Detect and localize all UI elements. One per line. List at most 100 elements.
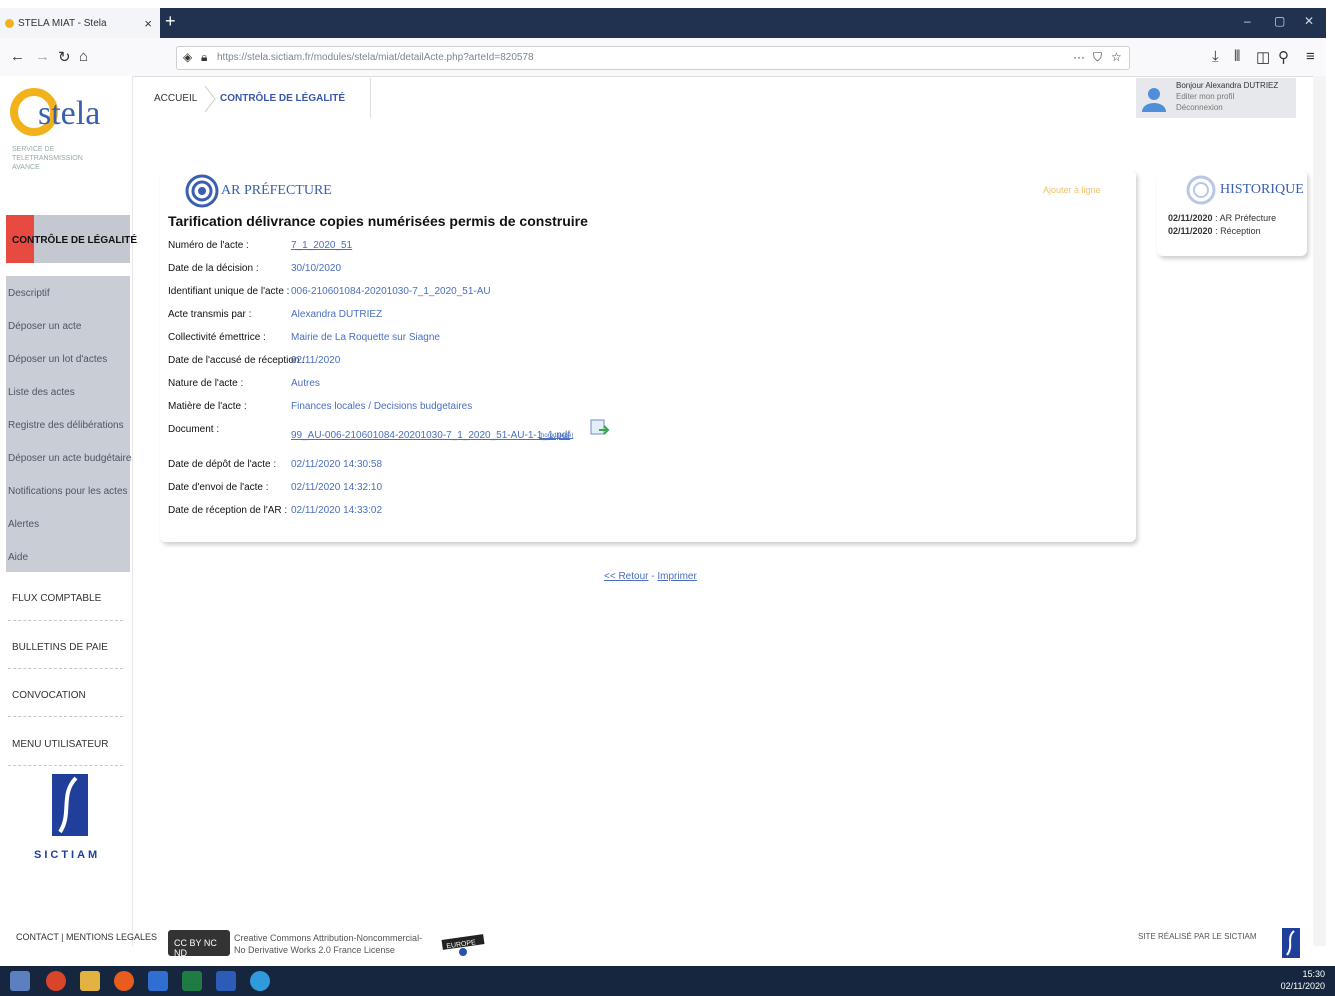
address-bar[interactable]: ◈ 🔒︎ https://stela.sictiam.fr/modules/st…: [176, 46, 1130, 70]
footer-links[interactable]: CONTACT | MENTIONS LEGALES: [16, 932, 157, 942]
field-value: 7_1_2020_51: [291, 240, 353, 251]
user-avatar-icon: [1142, 88, 1166, 112]
submenu-item[interactable]: Aide: [8, 552, 28, 563]
field-value: Mairie de La Roquette sur Siagne: [291, 332, 440, 343]
back-link[interactable]: << Retour: [604, 571, 648, 582]
submenu-item[interactable]: Déposer un acte budgétaire: [8, 453, 131, 464]
field-label: Document :: [168, 424, 220, 435]
minimize-icon[interactable]: –: [1244, 14, 1251, 28]
logo-subtitle: SERVICE DE TELETRANSMISSION AVANCE: [12, 146, 83, 171]
nav-convocation[interactable]: CONVOCATION: [12, 690, 86, 701]
nav-controle-legalite[interactable]: CONTRÔLE DE LÉGALITÉ: [6, 215, 137, 263]
historique-entry: 02/11/2020 : AR Préfecture: [1168, 213, 1277, 223]
excel-icon[interactable]: [182, 971, 202, 991]
field-value: 02/11/2020 14:32:10: [291, 482, 383, 493]
submenu-item[interactable]: Liste des actes: [8, 387, 75, 398]
document-link[interactable]: 99_AU-006-210601084-20201030-7_1_2020_51…: [291, 430, 570, 441]
shield-icon: ◈: [183, 50, 193, 64]
historique-title: HISTORIQUE: [1220, 182, 1304, 197]
ar-prefecture-icon: [185, 174, 219, 208]
more-icon[interactable]: ···: [1073, 50, 1085, 64]
field-value: Autres: [291, 378, 320, 389]
submenu-item[interactable]: Notifications pour les actes: [8, 486, 128, 497]
submenu-controle-legalite: Descriptif Déposer un acte Déposer un lo…: [6, 276, 131, 572]
word-icon[interactable]: [216, 971, 236, 991]
back-icon[interactable]: ←: [10, 48, 25, 65]
field-value: 02/11/2020: [291, 355, 341, 366]
bookmark-star-icon[interactable]: ☆: [1111, 50, 1122, 64]
nav-menu-utilisateur[interactable]: MENU UTILISATEUR: [12, 739, 109, 750]
divider: [8, 716, 123, 718]
stela-logo[interactable]: stela: [10, 84, 120, 144]
browser-tab[interactable]: STELA MIAT - Stela ×: [0, 8, 160, 38]
browser-tab-bar: [0, 8, 1326, 38]
close-tab-icon[interactable]: ×: [144, 16, 152, 31]
download-document-icon[interactable]: [590, 418, 610, 438]
nav-flux-comptable[interactable]: FLUX COMPTABLE: [12, 593, 101, 604]
edit-profile-link[interactable]: Editer mon profil: [1176, 92, 1234, 101]
clock-date: 02/11/2020: [1280, 981, 1325, 991]
clock-time: 15:30: [1302, 969, 1325, 979]
historique-icon: [1186, 175, 1216, 205]
license-text: Creative Commons Attribution-Noncommerci…: [234, 933, 423, 955]
pocket-icon[interactable]: ⛉: [1093, 50, 1102, 65]
download-icon[interactable]: ⤓: [1212, 48, 1219, 65]
submenu-item[interactable]: Déposer un lot d'actes: [8, 354, 107, 365]
maximize-icon[interactable]: ▢: [1274, 14, 1285, 28]
system-tray[interactable]: 15:30 02/11/2020: [1281, 968, 1325, 992]
sidebar-toggle-icon[interactable]: ◫: [1256, 48, 1270, 66]
divider: [8, 668, 123, 670]
field-label: Acte transmis par :: [168, 309, 252, 320]
lock-icon: 🔒︎: [201, 50, 208, 64]
field-label: Numéro de l'acte :: [168, 240, 249, 251]
forward-icon[interactable]: →: [35, 48, 50, 65]
explorer-icon[interactable]: [80, 971, 100, 991]
field-value: 006-210601084-20201030-7_1_2020_51-AU: [291, 286, 491, 297]
firefox-icon[interactable]: [114, 971, 134, 991]
breadcrumb-current[interactable]: CONTRÔLE DE LÉGALITÉ: [220, 93, 345, 104]
section-title: AR PRÉFECTURE: [221, 183, 332, 198]
user-greeting: Bonjour Alexandra DUTRIEZ: [1176, 81, 1279, 90]
home-icon[interactable]: ⌂: [79, 48, 88, 65]
submenu-item[interactable]: Descriptif: [8, 288, 50, 299]
print-link[interactable]: Imprimer: [657, 571, 696, 582]
breadcrumb-home[interactable]: ACCUEIL: [154, 93, 197, 104]
edge-icon[interactable]: [250, 971, 270, 991]
sictiam-logo[interactable]: SICTIAM: [30, 774, 110, 864]
tab-favicon-icon: [5, 19, 14, 28]
field-value: 02/11/2020 14:33:02: [291, 505, 383, 516]
cc-license-badge[interactable]: CC BY NC ND: [168, 930, 230, 958]
field-label: Date d'envoi de l'acte :: [168, 482, 269, 493]
add-to-list-link[interactable]: Ajouter à ligne: [1043, 185, 1101, 195]
submenu-item[interactable]: Déposer un acte: [8, 321, 81, 332]
menu-icon[interactable]: ≡: [1306, 48, 1315, 65]
nav-bulletins-de-paie[interactable]: BULLETINS DE PAIE: [12, 642, 108, 653]
chrome-icon[interactable]: [46, 971, 66, 991]
field-value: Alexandra DUTRIEZ: [291, 309, 383, 320]
field-label: Date de l'accusé de réception :: [168, 355, 305, 366]
acte-title: Tarification délivrance copies numérisée…: [168, 213, 588, 229]
user-box: Bonjour Alexandra DUTRIEZ Editer mon pro…: [1136, 78, 1296, 118]
close-window-icon[interactable]: ✕: [1304, 14, 1314, 28]
new-tab-button[interactable]: +: [165, 11, 176, 32]
start-icon[interactable]: [10, 971, 30, 991]
divider: [8, 765, 123, 767]
breadcrumb-chevron-icon: [204, 86, 216, 112]
logout-link[interactable]: Déconnexion: [1176, 103, 1223, 112]
outlook-icon[interactable]: [148, 971, 168, 991]
field-label: Matière de l'acte :: [168, 401, 247, 412]
field-label: Date de réception de l'AR :: [168, 505, 288, 516]
reload-icon[interactable]: ↻: [58, 48, 71, 66]
field-label: Identifiant unique de l'acte :: [168, 286, 290, 297]
back-print-links: << Retour - Imprimer: [604, 571, 697, 582]
sictiam-footer-logo[interactable]: [1282, 928, 1300, 958]
document-note-link[interactable]: (horodatage): [539, 433, 573, 439]
library-icon[interactable]: ⫴: [1234, 48, 1240, 65]
site-credit: SITE RÉALISÉ PAR LE SICTIAM: [1138, 932, 1257, 941]
divider: [8, 620, 123, 622]
page-scrollbar[interactable]: [1313, 76, 1326, 946]
extension-icon[interactable]: ⚲: [1278, 48, 1289, 66]
submenu-item[interactable]: Registre des délibérations: [8, 420, 124, 431]
submenu-item[interactable]: Alertes: [8, 519, 39, 530]
field-label: Date de la décision :: [168, 263, 259, 274]
